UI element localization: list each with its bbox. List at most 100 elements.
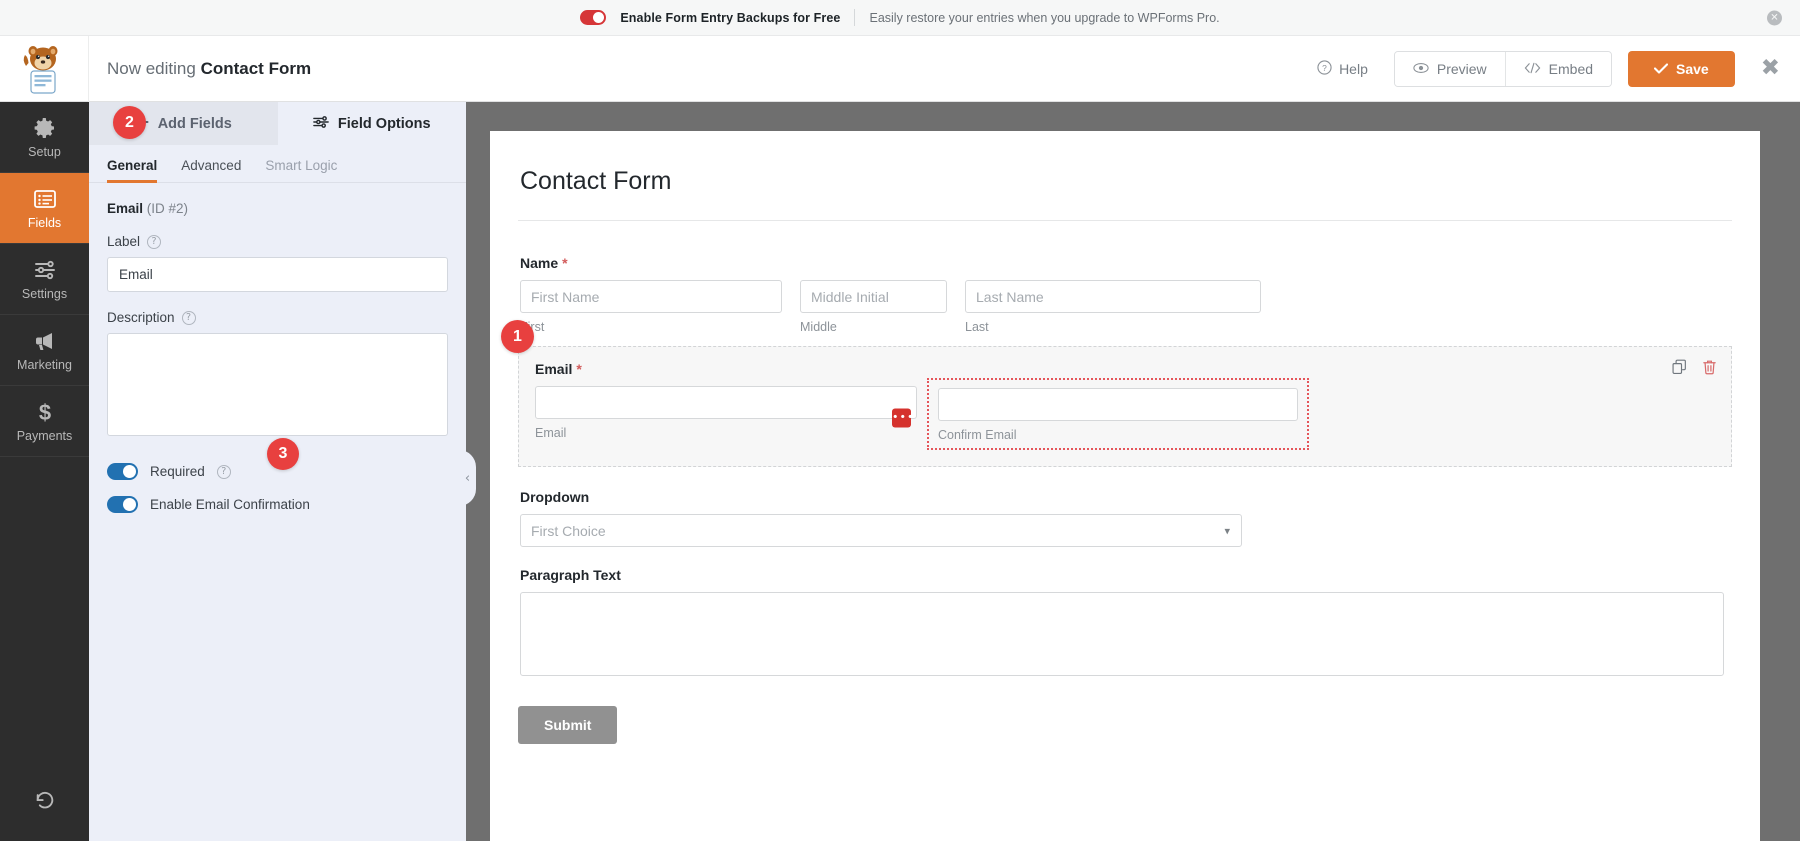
callout-badge-1: 1 [501, 320, 534, 353]
chevron-down-icon[interactable]: ▾ [1224, 524, 1230, 537]
question-circle-icon[interactable]: ? [217, 465, 231, 479]
history-revisions-icon[interactable] [27, 785, 63, 817]
preview-field-name[interactable]: Name * First Name First Middle Initial M… [518, 247, 1732, 334]
middle-initial-sublabel: Middle [800, 320, 947, 334]
selected-field-id: (ID #2) [143, 201, 188, 216]
svg-text:$: $ [38, 400, 50, 424]
dropdown-select[interactable]: First Choice [520, 514, 1242, 547]
form-preview-title: Contact Form [518, 167, 1732, 196]
selected-field-heading: Email (ID #2) [107, 201, 448, 216]
paragraph-label-text: Paragraph Text [520, 567, 621, 583]
sidebar-item-label: Marketing [17, 358, 72, 372]
preview-button[interactable]: Preview [1395, 52, 1505, 86]
email-input[interactable]: ••• [535, 386, 917, 419]
preview-field-email[interactable]: Email * ••• Email Confirm Email [518, 346, 1732, 467]
required-star: * [562, 255, 567, 271]
label-option-caption: Label ? [107, 234, 448, 249]
middle-initial-input[interactable]: Middle Initial [800, 280, 947, 313]
sidebar-item-label: Settings [22, 287, 67, 301]
smart-tag-icon[interactable]: ••• [892, 409, 911, 428]
dollar-sign-icon: $ [33, 400, 57, 424]
toggle-on-icon[interactable] [580, 10, 606, 25]
tab-field-options[interactable]: Field Options [278, 102, 467, 145]
preview-embed-group: Preview Embed [1394, 51, 1612, 87]
form-preview-area: Contact Form Name * First Name First Mid… [466, 102, 1800, 841]
callout-badge-3: 3 [267, 438, 299, 470]
preview-label: Preview [1437, 61, 1487, 77]
required-toggle[interactable] [107, 463, 138, 480]
middle-initial-placeholder: Middle Initial [811, 289, 889, 305]
close-icon[interactable]: ✖ [1761, 57, 1780, 80]
svg-text:?: ? [1322, 62, 1327, 72]
confirm-email-input[interactable] [938, 388, 1298, 421]
sub-tab-smart-logic[interactable]: Smart Logic [265, 158, 337, 182]
name-field-label: Name * [520, 255, 1730, 271]
sidebar-item-fields[interactable]: Fields [0, 173, 89, 244]
save-button[interactable]: Save [1628, 51, 1735, 87]
field-description-input[interactable] [107, 333, 448, 436]
header-title-prefix: Now editing [107, 59, 201, 78]
selected-field-name: Email [107, 201, 143, 216]
email-subfields-row: ••• Email Confirm Email [535, 386, 1715, 450]
last-name-input[interactable]: Last Name [965, 280, 1261, 313]
question-circle-icon[interactable]: ? [182, 311, 196, 325]
paragraph-field-label: Paragraph Text [520, 567, 1730, 583]
description-caption-text: Description [107, 310, 175, 325]
header-actions: ? Help Preview Embed Save ✖ [1297, 51, 1800, 87]
sidebar-item-settings[interactable]: Settings [0, 244, 89, 315]
paragraph-textarea[interactable] [520, 592, 1724, 676]
megaphone-icon [33, 329, 57, 353]
editor-header: Now editing Contact Form ? Help Preview … [0, 36, 1800, 102]
sidebar-item-label: Setup [28, 145, 61, 159]
submit-button[interactable]: Submit [518, 706, 617, 744]
dropdown-selected-value: First Choice [531, 523, 606, 539]
eye-icon [1413, 61, 1429, 77]
list-fields-icon [33, 187, 57, 211]
chevron-left-icon[interactable]: ‹ [459, 450, 476, 506]
field-label-input[interactable] [107, 257, 448, 292]
sliders-icon [33, 258, 57, 282]
email-label-text: Email [535, 361, 572, 377]
description-option-caption: Description ? [107, 310, 448, 325]
banner-description: Easily restore your entries when you upg… [869, 11, 1219, 25]
wpforms-mascot-logo [0, 36, 89, 102]
preview-field-dropdown[interactable]: Dropdown First Choice ▾ [518, 481, 1732, 547]
question-circle-icon[interactable]: ? [147, 235, 161, 249]
required-label: Required [150, 464, 205, 479]
name-label-text: Name [520, 255, 558, 271]
name-first-col: First Name First [520, 280, 782, 334]
name-middle-col: Middle Initial Middle [800, 280, 947, 334]
sub-tab-general[interactable]: General [107, 158, 157, 182]
email-primary-col: ••• Email [535, 386, 917, 450]
callout-badge-2: 2 [113, 106, 146, 139]
question-circle-icon: ? [1317, 60, 1332, 78]
sub-tab-advanced[interactable]: Advanced [181, 158, 241, 182]
tab-add-fields-label: Add Fields [158, 116, 232, 132]
first-name-input[interactable]: First Name [520, 280, 782, 313]
dropdown-field-label: Dropdown [520, 489, 1730, 505]
dropdown-select-wrap: First Choice ▾ [520, 514, 1242, 547]
header-form-name: Contact Form [201, 59, 312, 78]
embed-button[interactable]: Embed [1505, 52, 1611, 86]
check-icon [1654, 61, 1668, 77]
first-name-placeholder: First Name [531, 289, 599, 305]
name-subfields-row: First Name First Middle Initial Middle L… [520, 280, 1730, 334]
rail-footer [0, 785, 89, 817]
banner-title: Enable Form Entry Backups for Free [620, 11, 840, 25]
tab-field-options-label: Field Options [338, 116, 431, 132]
title-divider [518, 220, 1732, 221]
required-star: * [576, 361, 581, 377]
banner-divider [854, 9, 855, 26]
mascot-svg [21, 44, 67, 94]
sidebar-item-setup[interactable]: Setup [0, 102, 89, 173]
sidebar-item-payments[interactable]: $ Payments [0, 386, 89, 457]
help-button[interactable]: ? Help [1297, 60, 1388, 78]
editor-sidebar-rail: Setup Fields Settings Marketing $ Paymen… [0, 102, 89, 841]
help-label: Help [1339, 61, 1368, 77]
email-confirmation-toggle-row: Enable Email Confirmation [107, 496, 448, 513]
field-option-sub-tabs: General Advanced Smart Logic [89, 145, 466, 183]
close-circle-icon[interactable]: ✕ [1767, 10, 1782, 25]
preview-field-paragraph[interactable]: Paragraph Text [518, 559, 1732, 676]
email-confirmation-toggle[interactable] [107, 496, 138, 513]
sidebar-item-marketing[interactable]: Marketing [0, 315, 89, 386]
